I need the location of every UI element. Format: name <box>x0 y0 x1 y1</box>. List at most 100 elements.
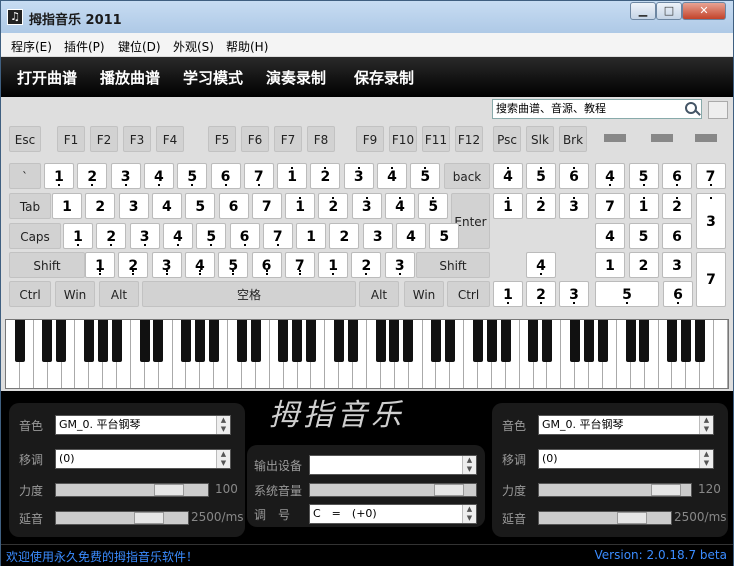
left-voice-spinner[interactable]: ▲ ▼ <box>216 416 230 434</box>
key-shift-right[interactable]: Shift <box>416 252 490 278</box>
piano-black-key[interactable] <box>56 320 67 362</box>
note-key-tab-5[interactable]: 6 <box>218 193 249 219</box>
left-voice-select[interactable]: GM_0. 平台钢琴 ▲ ▼ <box>55 415 231 435</box>
left-force-slider[interactable] <box>55 483 209 497</box>
note-key-shift-6[interactable]: 7 <box>284 252 315 278</box>
note-key-tab-9[interactable]: 3 <box>351 193 382 219</box>
numpad-key-plus[interactable]: 3 <box>696 193 726 249</box>
right-voice-select[interactable]: GM_0. 平台钢琴 ▲ ▼ <box>538 415 714 435</box>
numpad-key-r4-0[interactable]: 1 <box>595 252 625 278</box>
note-key-caps-11[interactable]: 5 <box>429 223 460 249</box>
note-key-caps-5[interactable]: 6 <box>229 223 260 249</box>
note-key-tab-8[interactable]: 2 <box>318 193 349 219</box>
right-transpose-spinner[interactable]: ▲ ▼ <box>699 450 713 468</box>
open-score-button[interactable]: 打开曲谱 <box>17 67 77 88</box>
note-key-caps-0[interactable]: 1 <box>63 223 93 249</box>
note-key-shift-8[interactable]: 2 <box>351 252 382 278</box>
note-key-tab-4[interactable]: 5 <box>185 193 216 219</box>
key-f10[interactable]: F10 <box>389 126 417 152</box>
note-key-num-0[interactable]: 1 <box>44 163 74 189</box>
piano-black-key[interactable] <box>347 320 358 362</box>
piano-black-key[interactable] <box>208 320 219 362</box>
minimize-button[interactable]: ▁ <box>630 2 656 20</box>
piano-black-key[interactable] <box>597 320 608 362</box>
key-bottom-1[interactable]: Win <box>55 281 95 307</box>
note-key-caps-3[interactable]: 4 <box>162 223 193 249</box>
key-f9[interactable]: F9 <box>356 126 384 152</box>
piano-black-key[interactable] <box>542 320 553 362</box>
key-signature-spinner[interactable]: ▲ ▼ <box>462 505 476 523</box>
numpad-key-enter[interactable]: 7 <box>696 252 726 307</box>
numpad-key-r2-0[interactable]: 7 <box>595 193 625 219</box>
note-key-tab-11[interactable]: 5 <box>418 193 449 219</box>
piano-black-key[interactable] <box>236 320 247 362</box>
nav-key-upper-0[interactable]: 4 <box>493 163 523 189</box>
key-caps[interactable]: Caps <box>9 223 61 249</box>
play-score-button[interactable]: 播放曲谱 <box>100 67 160 88</box>
piano-black-key[interactable] <box>14 320 25 362</box>
nav-key-bottom-2[interactable]: 3 <box>559 281 589 307</box>
piano-black-key[interactable] <box>181 320 192 362</box>
key-f3[interactable]: F3 <box>123 126 151 152</box>
piano-black-key[interactable] <box>250 320 261 362</box>
note-key-num-6[interactable]: 7 <box>243 163 274 189</box>
output-device-select[interactable]: ▲ ▼ <box>309 455 477 475</box>
save-recording-button[interactable]: 保存录制 <box>354 67 414 88</box>
note-key-caps-10[interactable]: 4 <box>396 223 426 249</box>
numpad-key-r3-2[interactable]: 6 <box>662 223 692 249</box>
piano-black-key[interactable] <box>333 320 344 362</box>
piano-black-key[interactable] <box>306 320 317 362</box>
left-transpose-field[interactable]: (0) ▲ ▼ <box>55 449 231 469</box>
nav-key-bottom-1[interactable]: 2 <box>526 281 556 307</box>
note-key-caps-1[interactable]: 2 <box>96 223 127 249</box>
key-f1[interactable]: F1 <box>57 126 85 152</box>
note-key-shift-4[interactable]: 5 <box>218 252 249 278</box>
note-key-shift-9[interactable]: 3 <box>384 252 415 278</box>
piano-black-key[interactable] <box>292 320 303 362</box>
system-volume-thumb[interactable] <box>434 484 464 496</box>
note-key-shift-5[interactable]: 6 <box>251 252 282 278</box>
numpad-key-r4-2[interactable]: 3 <box>662 252 692 278</box>
key-f4[interactable]: F4 <box>156 126 184 152</box>
note-key-num-8[interactable]: 2 <box>310 163 341 189</box>
key-brk[interactable]: Brk <box>559 126 587 152</box>
key-f12[interactable]: F12 <box>455 126 483 152</box>
left-sustain-slider[interactable] <box>55 511 189 525</box>
key-f8[interactable]: F8 <box>307 126 335 152</box>
piano-black-key[interactable] <box>500 320 511 362</box>
note-key-tab-1[interactable]: 2 <box>85 193 116 219</box>
note-key-num-1[interactable]: 2 <box>77 163 108 189</box>
left-force-thumb[interactable] <box>154 484 184 496</box>
piano-black-key[interactable] <box>445 320 456 362</box>
nav-key-upper-2[interactable]: 6 <box>559 163 589 189</box>
piano-black-key[interactable] <box>583 320 594 362</box>
nav-key-lower-0[interactable]: 1 <box>493 193 523 219</box>
piano-black-key[interactable] <box>111 320 122 362</box>
piano-black-key[interactable] <box>625 320 636 362</box>
note-key-num-9[interactable]: 3 <box>343 163 374 189</box>
record-button[interactable]: 演奏录制 <box>266 67 326 88</box>
key-bottom-4[interactable]: Alt <box>359 281 399 307</box>
numpad-key-r2-2[interactable]: 2 <box>662 193 692 219</box>
right-transpose-field[interactable]: (0) ▲ ▼ <box>538 449 714 469</box>
nav-key-lower-2[interactable]: 3 <box>559 193 589 219</box>
left-transpose-spinner[interactable]: ▲ ▼ <box>216 450 230 468</box>
piano-black-key[interactable] <box>403 320 414 362</box>
note-key-num-5[interactable]: 6 <box>210 163 241 189</box>
numpad-key-r3-1[interactable]: 5 <box>628 223 659 249</box>
note-key-shift-1[interactable]: 2 <box>118 252 149 278</box>
search-input[interactable]: 搜索曲谱、音源、教程 <box>492 99 702 119</box>
left-sustain-thumb[interactable] <box>134 512 164 524</box>
note-key-shift-0[interactable]: 1 <box>85 252 115 278</box>
key-bottom-5[interactable]: Win <box>404 281 444 307</box>
piano-black-key[interactable] <box>639 320 650 362</box>
menu-help[interactable]: 帮助(H) <box>226 38 268 55</box>
piano-black-key[interactable] <box>97 320 108 362</box>
system-volume-slider[interactable] <box>309 483 477 497</box>
piano-black-key[interactable] <box>375 320 386 362</box>
maximize-button[interactable]: □ <box>656 2 682 20</box>
note-key-tab-7[interactable]: 1 <box>285 193 316 219</box>
key-backtick[interactable]: ` <box>9 163 41 189</box>
menu-program[interactable]: 程序(E) <box>11 38 52 55</box>
piano-black-key[interactable] <box>667 320 678 362</box>
